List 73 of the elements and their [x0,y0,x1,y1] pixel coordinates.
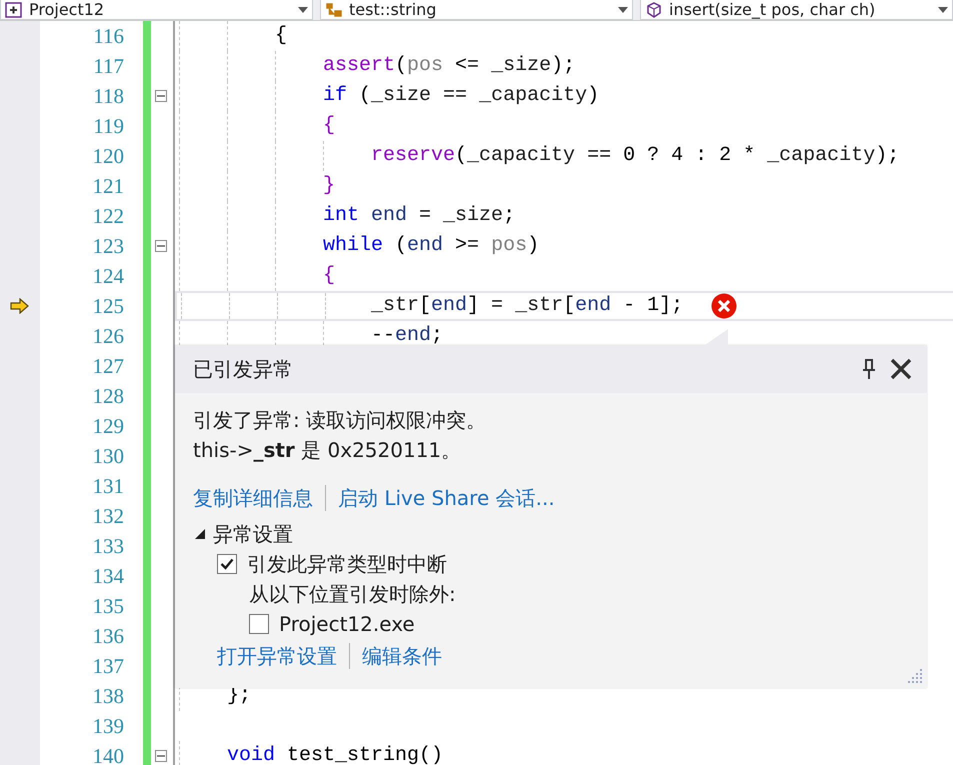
line-number: 127 [92,354,124,378]
code-line: { [323,113,336,139]
navigation-dropdown[interactable]: test::string [320,0,633,20]
code-line: if (_size == _capacity) [323,83,600,109]
code-line: _str[end] = _str[end - 1]; [371,293,684,319]
navigation-dropdown[interactable]: Project12 [0,0,313,20]
popup-link[interactable]: 复制详细信息 [193,483,313,513]
line-number: 131 [92,474,124,498]
line-number: 132 [92,504,124,528]
line-number: 137 [92,654,124,678]
checkbox[interactable] [217,554,237,574]
line-number: 140 [92,744,124,765]
line-number: 129 [92,414,124,438]
line-number: 120 [92,144,124,168]
line-number: 121 [92,174,124,198]
code-line: while (end >= pos) [323,233,540,259]
collapse-icon[interactable] [155,90,167,102]
line-number: 122 [92,204,124,228]
project-icon [5,2,23,18]
code-line: assert(pos <= _size); [323,53,576,79]
indent-guide [181,293,182,319]
exception-message: 引发了异常: 读取访问权限冲突。 [193,407,488,434]
popup-link[interactable]: 启动 Live Share 会话... [338,483,555,513]
expand-triangle-icon[interactable] [193,527,207,541]
pin-icon [861,358,877,380]
except-label: 从以下位置引发时除外: [249,581,456,608]
code-line: { [323,263,336,289]
line-number: 139 [92,714,124,738]
line-number: 126 [92,324,124,348]
indent-guide [229,293,230,319]
line-number: 123 [92,234,124,258]
close-icon [889,358,913,380]
collapse-icon[interactable] [155,240,167,252]
indent-guide [277,293,278,319]
indent-guide [323,141,324,171]
dropdown-caret-icon [938,6,948,12]
indent-guide [325,293,326,319]
line-number: 116 [93,24,124,48]
class-icon [325,2,343,18]
line-number: 135 [92,594,124,618]
checkbox[interactable] [249,614,269,634]
dropdown-caret-icon [298,6,308,12]
code-line: --end; [371,323,444,349]
navigation-dropdown[interactable]: insert(size_t pos, char ch) [640,0,953,20]
code-line: void test_string() [227,743,444,765]
line-number: 138 [92,684,124,708]
resize-grip-icon[interactable] [905,666,923,684]
popup-link[interactable]: 编辑条件 [362,641,442,671]
indent-guide [179,741,180,765]
popup-link[interactable]: 打开异常设置 [217,641,337,671]
module-label: Project12.exe [279,611,415,638]
line-number: 125 [92,294,124,318]
line-number: 117 [93,54,124,78]
code-line: reserve(_capacity == 0 ? 4 : 2 * _capacity); [371,143,900,169]
code-line: } [323,173,336,199]
line-number: 133 [92,534,124,558]
exception-message: this->_str 是 0x2520111。 [193,437,462,464]
line-number: 134 [92,564,124,588]
line-number: 119 [93,114,124,138]
code-line: { [275,23,288,49]
collapse-icon[interactable] [155,750,167,762]
line-number: 130 [92,444,124,468]
popup-title: 已引发异常 [193,356,294,382]
line-number: 128 [92,384,124,408]
line-number: 136 [92,624,124,648]
line-number: 124 [92,264,124,288]
code-line: int end = _size; [323,203,516,229]
settings-heading: 异常设置 [213,521,293,548]
dropdown-caret-icon [618,6,628,12]
cube-icon [645,2,663,18]
option-label: 引发此异常类型时中断 [247,551,447,578]
error-icon[interactable] [711,293,738,319]
line-number: 118 [93,84,124,108]
